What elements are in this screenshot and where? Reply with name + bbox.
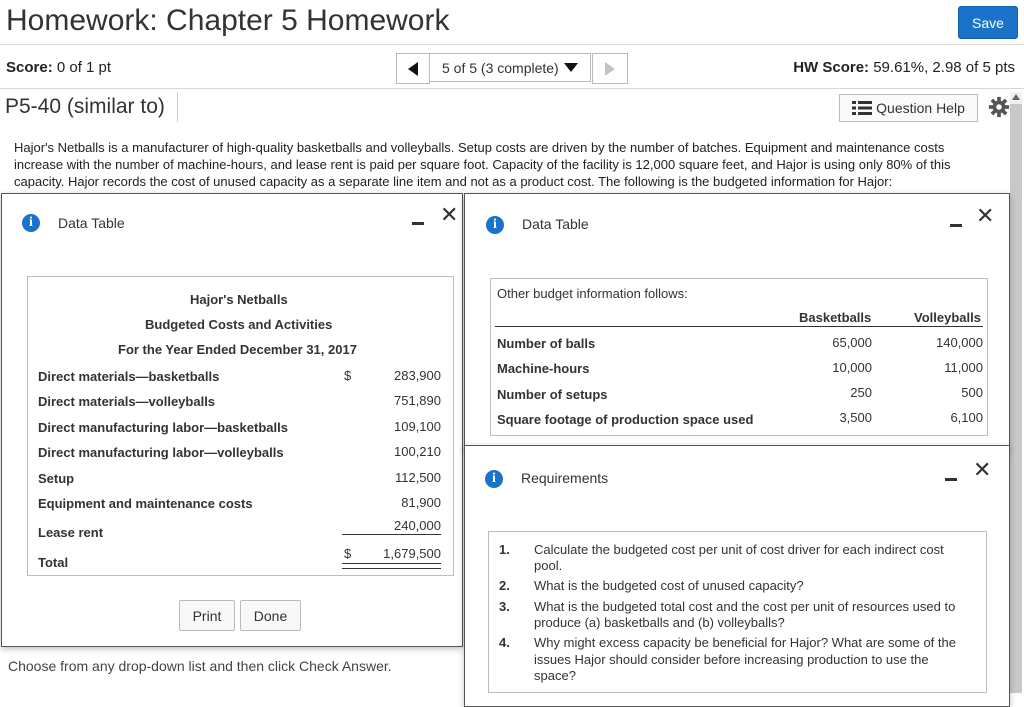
table-cell-volleyballs: 11,000 — [944, 360, 983, 375]
previous-question-button[interactable] — [396, 53, 430, 84]
hw-score-value: 59.61%, 2.98 of 5 pts — [873, 59, 1015, 76]
hw-score-display: HW Score: 59.61%, 2.98 of 5 pts — [793, 59, 1015, 76]
table-row-label: Machine-hours — [497, 361, 590, 376]
requirement-text: Calculate the budgeted cost per unit of … — [534, 542, 944, 557]
table-row-value: 109,100 — [394, 419, 441, 434]
save-button[interactable]: Save — [958, 6, 1018, 39]
question-help-label: Question Help — [876, 100, 965, 116]
list-icon — [852, 101, 873, 115]
caret-down-icon — [563, 62, 578, 72]
question-help-button[interactable]: Question Help — [839, 94, 978, 122]
info-icon: i — [22, 214, 40, 232]
table-row-label: Direct manufacturing labor—basketballs — [38, 420, 288, 435]
next-question-button[interactable] — [592, 53, 628, 84]
gear-icon[interactable] — [988, 96, 1010, 118]
table-row-label: Equipment and maintenance costs — [38, 496, 253, 511]
total-value: 1,679,500 — [383, 546, 441, 561]
requirement-number: 4. — [499, 635, 510, 650]
data-table-dialog-budget-info: i Data Table ✕ Other budget information … — [464, 193, 1010, 452]
budget-info-box: Other budget information follows: Basket… — [490, 278, 988, 436]
hw-score-label: HW Score: — [793, 59, 870, 76]
triangle-right-icon — [605, 61, 615, 76]
table-cell-basketballs: 65,000 — [832, 335, 872, 350]
question-select[interactable]: 5 of 5 (3 complete) — [429, 53, 591, 82]
requirements-box: 1. Calculate the budgeted cost per unit … — [488, 531, 987, 693]
table-cell-basketballs: 250 — [850, 385, 872, 400]
subtotal-rule — [342, 534, 441, 535]
problem-prompt: Hajor's Netballs is a manufacturer of hi… — [14, 140, 951, 189]
dialog-title: Requirements — [521, 470, 609, 486]
print-button[interactable]: Print — [179, 600, 235, 631]
minimize-button[interactable] — [412, 222, 424, 225]
total-double-rule — [342, 563, 441, 569]
dialog-title: Data Table — [58, 215, 125, 231]
column-header-volleyballs: Volleyballs — [914, 310, 981, 325]
scorebar-divider — [0, 88, 1024, 89]
scrollbar-thumb[interactable] — [1010, 104, 1022, 693]
requirement-text: pool. — [534, 558, 563, 573]
table-row-label: Setup — [38, 471, 75, 486]
score-display: Score: 0 of 1 pt — [6, 59, 111, 76]
problem-id: P5-40 (similar to) — [5, 95, 165, 118]
table-row-label: Direct materials—basketballs — [38, 369, 220, 384]
minimize-button[interactable] — [945, 478, 957, 481]
question-select-value: 5 of 5 (3 complete) — [442, 59, 559, 76]
requirement-text: produce (a) basketballs and (b) volleyba… — [534, 615, 785, 630]
table-row-label: Number of balls — [497, 336, 596, 351]
total-currency-symbol: $ — [344, 546, 352, 561]
table-row-value: 751,890 — [394, 393, 441, 408]
table-row-label: Direct manufacturing labor—volleyballs — [38, 445, 284, 460]
table-subtitle: Budgeted Costs and Activities — [145, 317, 333, 332]
table-row-label: Direct materials—volleyballs — [38, 394, 216, 409]
requirement-number: 3. — [499, 599, 510, 614]
table-cell-volleyballs: 500 — [961, 385, 983, 400]
requirement-number: 2. — [499, 578, 510, 593]
table-row-value: 240,000 — [394, 518, 441, 533]
close-icon[interactable]: ✕ — [440, 204, 458, 226]
column-header-basketballs: Basketballs — [799, 310, 872, 325]
triangle-left-icon — [408, 61, 418, 76]
requirement-number: 1. — [499, 542, 510, 557]
close-icon[interactable]: ✕ — [973, 459, 991, 481]
table-row-label: Number of setups — [497, 387, 608, 402]
table-row-value: 100,210 — [394, 444, 441, 459]
info-icon: i — [485, 470, 503, 488]
requirement-text: issues Hajor should consider before incr… — [534, 652, 929, 667]
table-cell-volleyballs: 140,000 — [936, 335, 983, 350]
scroll-up-arrow-icon[interactable] — [1011, 92, 1021, 102]
currency-symbol: $ — [344, 368, 352, 383]
table-row-label: Lease rent — [38, 525, 104, 540]
requirements-dialog: i Requirements ✕ 1. Calculate the budget… — [464, 445, 1010, 707]
table-cell-volleyballs: 6,100 — [950, 410, 983, 425]
close-icon[interactable]: ✕ — [976, 205, 994, 227]
requirement-text: space? — [534, 668, 576, 683]
instruction-text: Choose from any drop-down list and then … — [8, 658, 392, 674]
budget-info-intro: Other budget information follows: — [497, 286, 688, 301]
score-label: Score: — [6, 59, 53, 76]
requirement-text: What is the budgeted cost of unused capa… — [534, 578, 804, 593]
total-label: Total — [38, 555, 69, 570]
table-row-value: 112,500 — [394, 470, 441, 485]
table-row-value: 81,900 — [401, 495, 441, 510]
problem-id-divider — [177, 92, 178, 122]
page-title: Homework: Chapter 5 Homework — [6, 4, 450, 37]
dialog-title: Data Table — [522, 216, 589, 232]
table-row-label: Square footage of production space used — [497, 412, 754, 427]
company-name: Hajor's Netballs — [190, 292, 288, 307]
table-row-value: 283,900 — [394, 368, 441, 383]
header-divider — [0, 44, 1024, 45]
requirement-text: What is the budgeted total cost and the … — [534, 599, 956, 614]
requirement-text: Why might excess capacity be beneficial … — [534, 635, 956, 650]
costs-table-box: Hajor's Netballs Budgeted Costs and Acti… — [27, 276, 454, 576]
table-period: For the Year Ended December 31, 2017 — [118, 342, 357, 357]
header-rule — [495, 326, 983, 327]
minimize-button[interactable] — [950, 224, 962, 227]
table-cell-basketballs: 10,000 — [832, 360, 872, 375]
info-icon: i — [486, 216, 504, 234]
done-button[interactable]: Done — [240, 600, 301, 631]
score-value: 0 of 1 pt — [56, 59, 112, 76]
table-cell-basketballs: 3,500 — [839, 410, 872, 425]
data-table-dialog-costs: i Data Table ✕ Hajor's Netballs Budgeted… — [1, 193, 463, 647]
